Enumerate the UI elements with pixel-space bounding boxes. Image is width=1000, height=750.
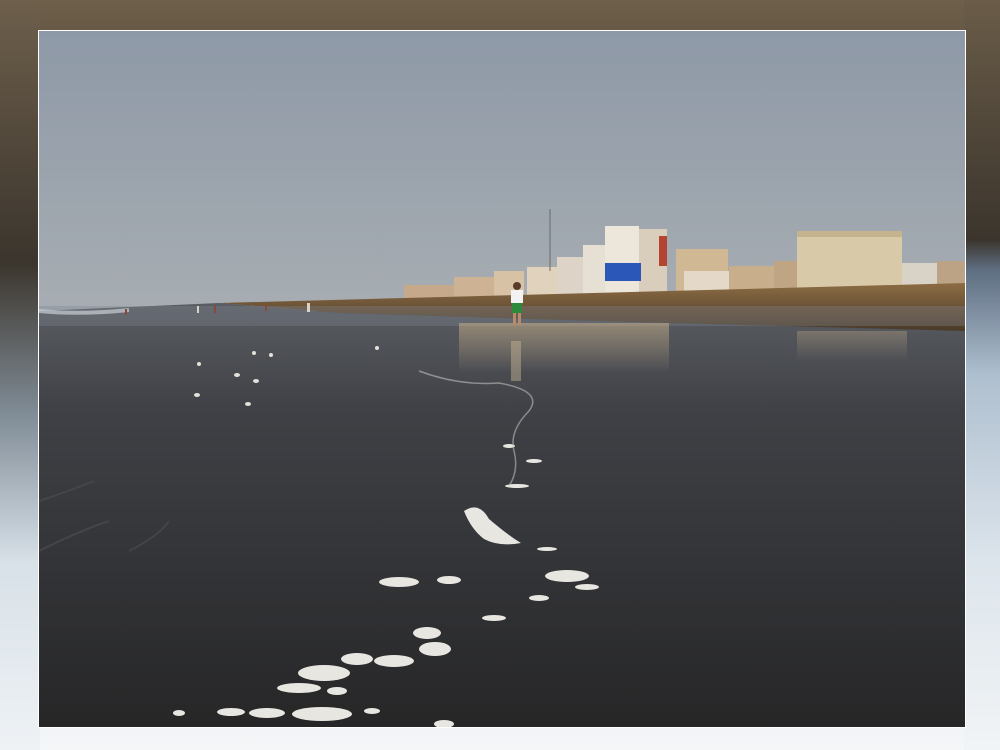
beach-photo — [38, 30, 966, 728]
building-reflection — [459, 323, 669, 373]
